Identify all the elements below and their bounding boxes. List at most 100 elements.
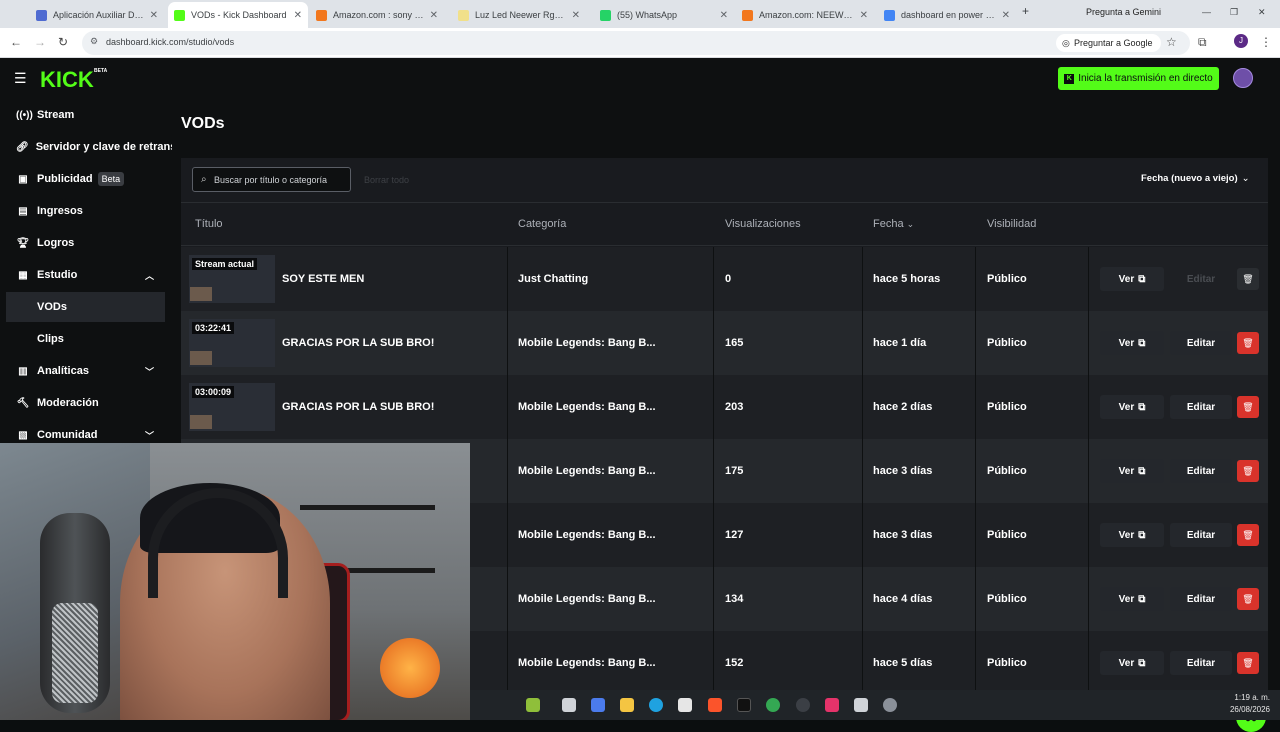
- brave-icon[interactable]: [708, 698, 722, 712]
- back-arrow-icon[interactable]: ←: [10, 35, 22, 49]
- edit-button[interactable]: Editar: [1170, 267, 1232, 291]
- sidebar-item-analytics[interactable]: ▥ Analíticas ﹀: [0, 356, 172, 386]
- browser-tab[interactable]: dashboard en power bi - G ✕: [878, 4, 1016, 26]
- vod-thumbnail[interactable]: 03:22:41: [189, 319, 275, 367]
- edit-button[interactable]: Editar: [1170, 459, 1232, 483]
- view-button[interactable]: Ver ⧉: [1100, 523, 1164, 547]
- delete-button[interactable]: 🗑︎: [1237, 460, 1259, 482]
- chrome-icon[interactable]: [766, 698, 780, 712]
- browser-tab[interactable]: Amazon.com : sony zv-e10 ✕: [310, 4, 444, 26]
- column-divider: [507, 247, 508, 311]
- kick-logo[interactable]: KICK: [40, 67, 94, 93]
- browser-tab[interactable]: (55) WhatsApp ✕: [594, 4, 734, 26]
- window-close-icon[interactable]: ✕: [1258, 7, 1266, 18]
- browser-menu-icon[interactable]: ⋮: [1260, 35, 1272, 49]
- table-row[interactable]: Stream actual SOY ESTE MEN Just Chatting 0 h…: [181, 247, 1268, 311]
- clear-filters-button[interactable]: Borrar todo: [364, 175, 409, 185]
- profile-avatar[interactable]: J: [1234, 34, 1248, 48]
- sidebar-item-clips[interactable]: Clips: [0, 324, 172, 354]
- sidebar-item-income[interactable]: ▤ Ingresos: [0, 196, 172, 226]
- edit-button[interactable]: Editar: [1170, 395, 1232, 419]
- close-icon[interactable]: ✕: [430, 10, 438, 21]
- search-box[interactable]: ⌕: [192, 167, 351, 192]
- delete-button[interactable]: 🗑︎: [1237, 332, 1259, 354]
- sidebar-item-studio[interactable]: ▦ Estudio ︿: [0, 260, 172, 290]
- vod-category[interactable]: Mobile Legends: Bang B...: [518, 311, 656, 375]
- taskbar-app-icon[interactable]: [526, 698, 540, 712]
- browser-tab[interactable]: Amazon.com: NEEWER RG ✕: [736, 4, 874, 26]
- vod-category[interactable]: Mobile Legends: Bang B...: [518, 567, 656, 631]
- view-button[interactable]: Ver ⧉: [1100, 395, 1164, 419]
- tiktok-live-icon[interactable]: [825, 698, 839, 712]
- sidebar-item-vods[interactable]: VODs: [6, 292, 165, 322]
- browser-tab[interactable]: Aplicación Auxiliar Desarrollo ✕: [30, 4, 164, 26]
- close-icon[interactable]: ✕: [572, 10, 580, 21]
- go-live-button[interactable]: K Inicia la transmisión en directo: [1058, 67, 1219, 90]
- table-row[interactable]: 03:22:41 GRACIAS POR LA SUB BRO! Mobile Le…: [181, 311, 1268, 375]
- minimize-icon[interactable]: —: [1202, 7, 1211, 17]
- bookmark-star-icon[interactable]: ☆: [1166, 35, 1177, 49]
- delete-button[interactable]: 🗑︎: [1237, 524, 1259, 546]
- url-text[interactable]: dashboard.kick.com/studio/vods: [106, 37, 234, 47]
- user-avatar[interactable]: [1233, 68, 1253, 88]
- hamburger-menu-icon[interactable]: ☰: [14, 70, 27, 87]
- vod-category[interactable]: Mobile Legends: Bang B...: [518, 503, 656, 567]
- edge-icon[interactable]: [649, 698, 663, 712]
- calculator-icon[interactable]: [854, 698, 868, 712]
- taskbar-app-icon[interactable]: [562, 698, 576, 712]
- reload-icon[interactable]: ↻: [58, 35, 68, 49]
- sidebar-item-stream[interactable]: ((•)) Stream: [0, 100, 172, 130]
- close-icon[interactable]: ✕: [720, 10, 728, 21]
- vod-title[interactable]: SOY ESTE MEN: [282, 247, 364, 311]
- view-button[interactable]: Ver ⧉: [1100, 331, 1164, 355]
- settings-gear-icon[interactable]: [883, 698, 897, 712]
- edit-button[interactable]: Editar: [1170, 331, 1232, 355]
- close-icon[interactable]: ✕: [1002, 10, 1010, 21]
- vod-category[interactable]: Mobile Legends: Bang B...: [518, 631, 656, 690]
- view-button[interactable]: Ver ⧉: [1100, 587, 1164, 611]
- edit-button[interactable]: Editar: [1170, 523, 1232, 547]
- tiktok-icon[interactable]: [737, 698, 751, 712]
- ask-google-button[interactable]: ◎ Preguntar a Google: [1056, 34, 1161, 52]
- browser-tab-active[interactable]: VODs - Kick Dashboard ✕: [168, 2, 308, 28]
- vod-title[interactable]: GRACIAS POR LA SUB BRO!: [282, 311, 434, 375]
- sidebar-item-moderation[interactable]: 🔨︎ Moderación: [0, 388, 172, 418]
- column-date[interactable]: Fecha ⌄: [873, 218, 914, 230]
- store-icon[interactable]: [678, 698, 692, 712]
- new-tab-icon[interactable]: +: [1022, 4, 1029, 18]
- view-button[interactable]: Ver ⧉: [1100, 267, 1164, 291]
- delete-button[interactable]: 🗑︎: [1237, 588, 1259, 610]
- sidebar-item-ads[interactable]: ▣ Publicidad Beta: [0, 164, 172, 194]
- delete-button[interactable]: 🗑︎: [1237, 396, 1259, 418]
- obs-icon[interactable]: [796, 698, 810, 712]
- extensions-icon[interactable]: ⧉: [1198, 35, 1207, 50]
- vod-category[interactable]: Just Chatting: [518, 247, 588, 311]
- ask-gemini-button[interactable]: Pregunta a Gemini: [1086, 7, 1161, 17]
- view-button[interactable]: Ver ⧉: [1100, 651, 1164, 675]
- edit-button[interactable]: Editar: [1170, 651, 1232, 675]
- address-bar[interactable]: ⚙ dashboard.kick.com/studio/vods ◎ Pregu…: [82, 31, 1190, 55]
- search-input[interactable]: [214, 172, 346, 188]
- view-button[interactable]: Ver ⧉: [1100, 459, 1164, 483]
- maximize-icon[interactable]: ❐: [1230, 7, 1238, 18]
- site-info-icon[interactable]: ⚙: [90, 36, 98, 47]
- vod-thumbnail[interactable]: 03:00:09: [189, 383, 275, 431]
- sidebar-item-achievements[interactable]: 🏆︎ Logros: [0, 228, 172, 258]
- browser-tab[interactable]: Luz Led Neewer Rgb | Mercado ✕: [452, 4, 586, 26]
- forward-arrow-icon[interactable]: →: [34, 35, 46, 49]
- copilot-icon[interactable]: [591, 698, 605, 712]
- close-icon[interactable]: ✕: [150, 10, 158, 21]
- delete-button[interactable]: 🗑︎: [1237, 268, 1259, 290]
- vod-title[interactable]: GRACIAS POR LA SUB BRO!: [282, 375, 434, 439]
- close-icon[interactable]: ✕: [294, 10, 302, 21]
- vod-category[interactable]: Mobile Legends: Bang B...: [518, 439, 656, 503]
- close-icon[interactable]: ✕: [860, 10, 868, 21]
- table-row[interactable]: 03:00:09 GRACIAS POR LA SUB BRO! Mobile Le…: [181, 375, 1268, 439]
- vod-thumbnail[interactable]: Stream actual: [189, 255, 275, 303]
- sort-dropdown[interactable]: Fecha (nuevo a viejo) ⌄: [1141, 173, 1250, 184]
- edit-button[interactable]: Editar: [1170, 587, 1232, 611]
- sidebar-item-stream-key[interactable]: 🔗︎ Servidor y clave de retransmisión: [0, 132, 172, 162]
- delete-button[interactable]: 🗑︎: [1237, 652, 1259, 674]
- file-explorer-icon[interactable]: [620, 698, 634, 712]
- vod-category[interactable]: Mobile Legends: Bang B...: [518, 375, 656, 439]
